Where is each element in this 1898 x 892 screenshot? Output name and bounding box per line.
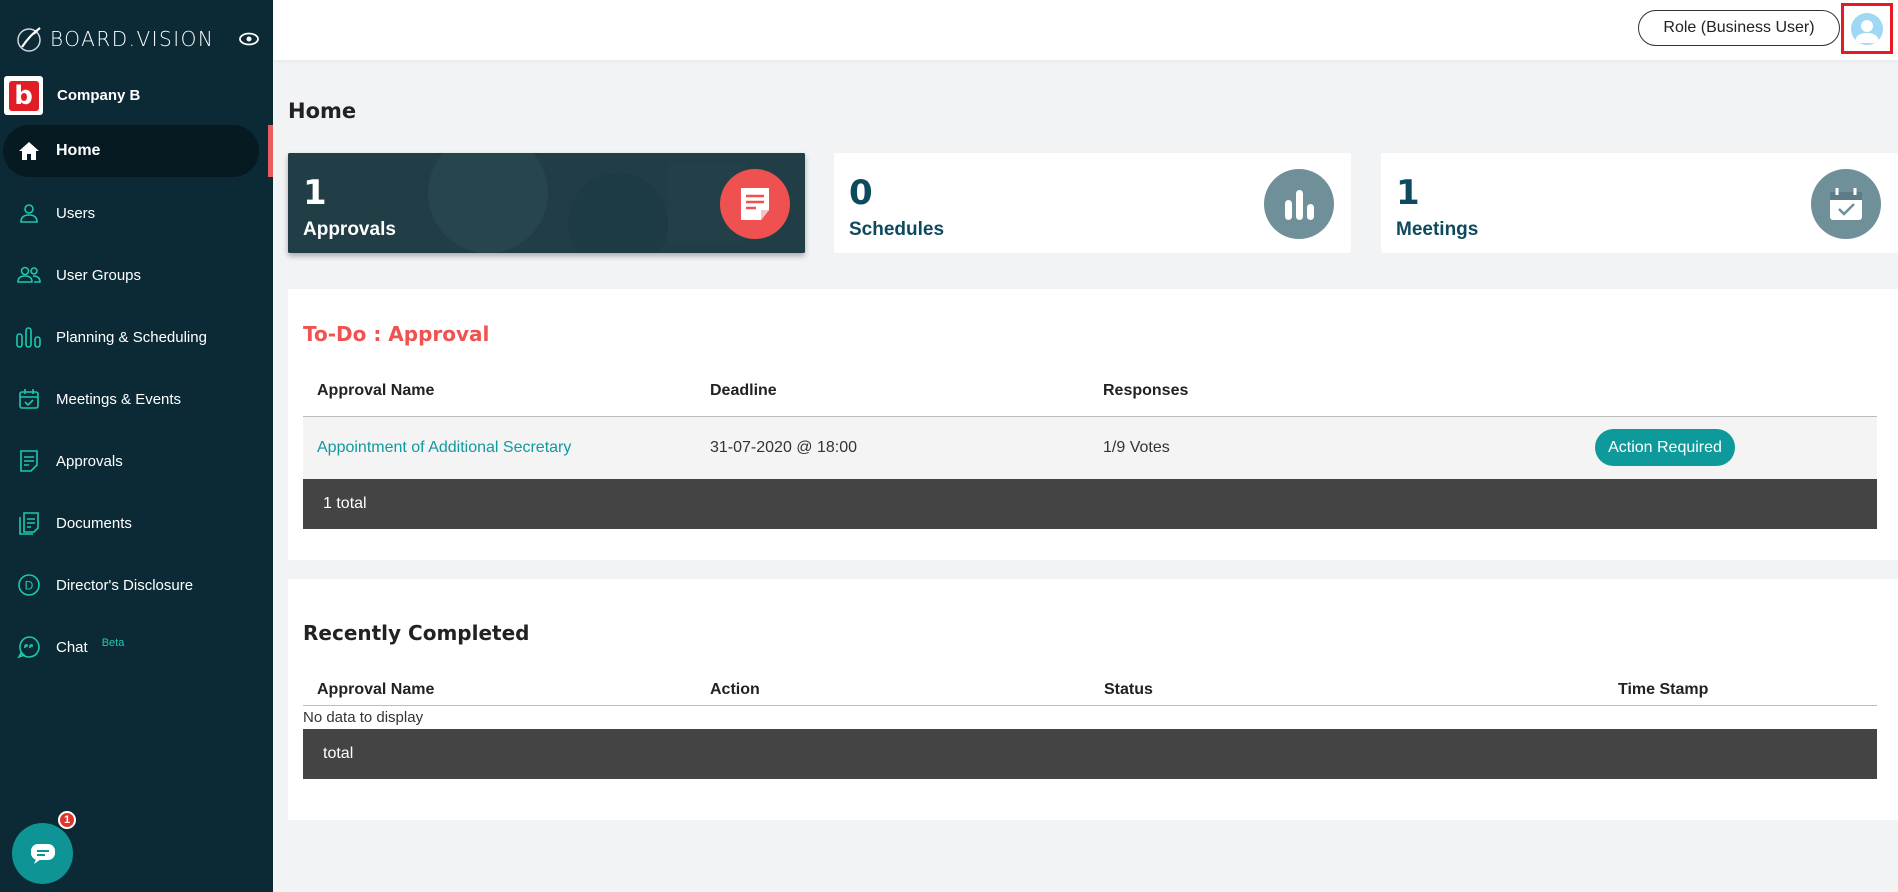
company-logo-letter: b <box>8 80 39 111</box>
company-switcher[interactable]: b Company B <box>4 76 140 115</box>
sidebar-item-user-groups[interactable]: User Groups <box>0 249 273 301</box>
bar-chart-icon <box>1264 169 1334 239</box>
card-label: Schedules <box>849 219 945 240</box>
responses-value: 1/9 Votes <box>1103 439 1170 456</box>
role-switcher-button[interactable]: Role (Business User) <box>1638 10 1840 46</box>
chat-notification-badge: 1 <box>58 811 76 829</box>
approvals-card[interactable]: 1 Approvals <box>288 153 805 253</box>
sidebar-item-label-wrap: Chat Beta <box>56 636 125 656</box>
schedules-card[interactable]: 0 Schedules <box>834 153 1351 253</box>
column-header-approval-name[interactable]: Approval Name <box>317 382 434 400</box>
column-header-deadline[interactable]: Deadline <box>710 382 777 400</box>
approval-name-link[interactable]: Appointment of Additional Secretary <box>317 439 571 457</box>
chat-quote-icon <box>16 634 42 660</box>
sidebar-item-label: Home <box>56 142 101 159</box>
card-label: Approvals <box>303 219 396 240</box>
company-name: Company B <box>57 87 141 104</box>
todo-table: Approval Name Deadline Responses Appoint… <box>303 369 1877 549</box>
sidebar-item-label: Chat <box>56 638 88 656</box>
card-count: 1 <box>1396 173 1420 213</box>
company-logo: b <box>4 76 43 115</box>
recently-completed-panel: Recently Completed Approval Name Action … <box>288 579 1898 820</box>
calendar-icon <box>1811 169 1881 239</box>
page-title: Home <box>288 99 357 123</box>
table-footer-total: 1 total <box>303 479 1877 529</box>
user-avatar-button[interactable] <box>1841 3 1893 54</box>
eye-icon[interactable] <box>238 30 260 48</box>
sidebar-item-label: User Groups <box>56 266 142 284</box>
sidebar-item-home[interactable]: Home <box>0 125 273 177</box>
brand-name: BOARD.VISION <box>50 27 215 51</box>
sidebar-item-documents[interactable]: Documents <box>0 497 273 549</box>
column-header-status[interactable]: Status <box>1104 681 1153 699</box>
svg-text:D: D <box>25 579 34 593</box>
sidebar-item-label: Planning & Scheduling <box>56 328 207 346</box>
column-header-time-stamp[interactable]: Time Stamp <box>1618 681 1708 699</box>
column-header-responses[interactable]: Responses <box>1103 382 1188 400</box>
card-label: Meetings <box>1396 219 1479 240</box>
chat-widget-button[interactable] <box>12 823 73 884</box>
chat-icon <box>30 843 55 864</box>
document-list-icon <box>16 448 42 474</box>
sidebar-item-chat[interactable]: Chat Beta <box>0 621 273 673</box>
header-divider <box>303 705 1877 706</box>
bar-chart-icon <box>16 324 42 350</box>
brand-logo[interactable]: BOARD.VISION <box>16 25 214 53</box>
sidebar-item-label: Documents <box>56 514 132 532</box>
sidebar-item-users[interactable]: Users <box>0 187 273 239</box>
table-row[interactable]: Appointment of Additional Secretary 31-0… <box>303 417 1877 479</box>
document-icon <box>720 169 790 239</box>
sidebar-item-label: Approvals <box>56 452 123 470</box>
meetings-card[interactable]: 1 Meetings <box>1381 153 1898 253</box>
documents-icon <box>16 510 42 536</box>
sidebar-item-label: Users <box>56 204 96 222</box>
calendar-check-icon <box>16 386 42 412</box>
d-circle-icon: D <box>16 572 42 598</box>
brand-mark-icon <box>17 27 41 52</box>
sidebar-item-approvals[interactable]: Approvals <box>0 435 273 487</box>
sidebar-item-planning-scheduling[interactable]: Planning & Scheduling <box>0 311 273 363</box>
panel-title: Recently Completed <box>303 621 530 645</box>
table-footer-total: total <box>303 729 1877 779</box>
panel-title: To-Do : Approval <box>303 322 490 346</box>
sidebar-item-label: Director's Disclosure <box>56 576 194 594</box>
deadline-value: 31-07-2020 @ 18:00 <box>710 439 858 456</box>
avatar <box>1851 12 1883 45</box>
card-count: 0 <box>849 173 873 213</box>
completed-table: Approval Name Action Status Time Stamp N… <box>303 659 1877 809</box>
beta-badge: Beta <box>101 636 125 649</box>
action-required-button[interactable]: Action Required <box>1595 429 1735 466</box>
home-icon <box>16 138 42 164</box>
users-icon <box>16 262 42 288</box>
todo-approval-panel: To-Do : Approval Approval Name Deadline … <box>288 289 1898 560</box>
column-header-action[interactable]: Action <box>710 681 760 699</box>
card-count: 1 <box>303 173 327 213</box>
sidebar-item-meetings-events[interactable]: Meetings & Events <box>0 373 273 425</box>
sidebar-item-directors-disclosure[interactable]: D Director's Disclosure <box>0 559 273 611</box>
column-header-approval-name[interactable]: Approval Name <box>317 681 434 699</box>
sidebar: BOARD.VISION b Company B Home Users User… <box>0 0 273 892</box>
user-icon <box>16 200 42 226</box>
empty-state-text: No data to display <box>303 709 424 726</box>
sidebar-item-label: Meetings & Events <box>56 390 182 408</box>
